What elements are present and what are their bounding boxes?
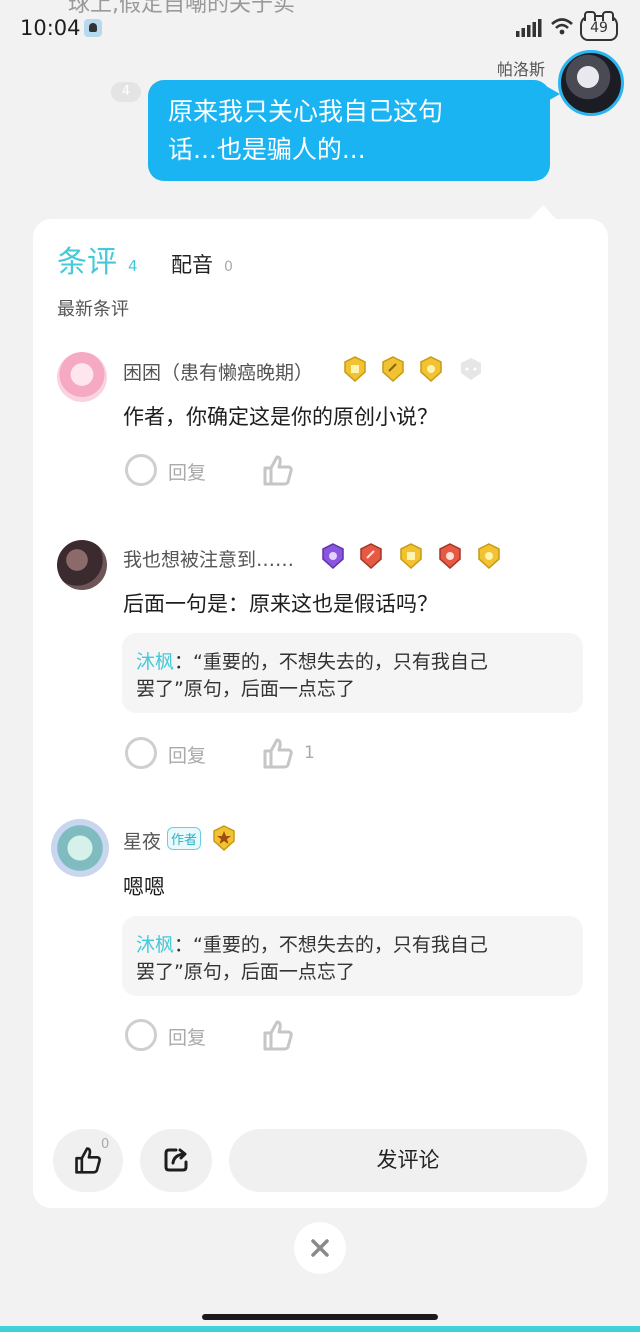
comment-text: 后面一句是：原来这也是假话吗？ [123,592,438,616]
tab-dubbing-count: 0 [224,259,233,275]
post-comment-button[interactable]: 发评论 [229,1129,587,1192]
like-post-button[interactable] [53,1129,123,1192]
quote-line-2: 罢了”原句，后面一点忘了 [136,678,355,700]
comment-count-badge[interactable]: 4 [111,82,141,102]
avatar[interactable] [57,352,107,402]
red-medal-icon [360,543,382,570]
author-tag: 作者 [167,827,202,850]
gold-medal-icon [382,356,404,383]
like-count: 1 [304,743,315,763]
quote-author[interactable]: 沐枫 [136,934,174,956]
chat-message-bubble[interactable]: 原来我只关心我自己这句 话...也是骗人的... [148,80,560,181]
comments-panel: 条评 4 配音 0 最新条评 困困（患有懒癌晚期） 作者，你确定这是你的原创小说… [33,219,608,1208]
quote-line-1: 沐枫：“重要的，不想失去的，只有我自己 [136,934,488,956]
quote-author[interactable]: 沐枫 [136,651,174,673]
locked-medal-icon [461,358,481,380]
sender-name: 帕洛斯 [496,60,545,79]
tab-comments[interactable]: 条评 [57,237,117,281]
thumbs-up-icon[interactable] [261,736,295,770]
quoted-comment[interactable]: 沐枫：“重要的，不想失去的，只有我自己 罢了”原句，后面一点忘了 [122,633,583,713]
thumbs-up-icon[interactable] [261,453,295,487]
gold-medal-icon [420,356,442,383]
close-icon [311,1239,329,1257]
red-medal-icon [439,543,461,570]
share-icon [164,1148,188,1172]
panel-pointer [529,205,557,220]
gold-medal-icon [344,356,366,383]
section-label: 最新条评 [57,299,129,320]
bottom-accent-stripe [0,1326,640,1332]
quoted-comment[interactable]: 沐枫：“重要的，不想失去的，只有我自己 罢了”原句，后面一点忘了 [122,916,583,996]
reply-icon[interactable] [125,1019,157,1051]
reply-button[interactable]: 回复 [168,458,206,485]
share-button[interactable] [140,1129,212,1192]
battery-indicator: 49 [580,11,618,41]
thumbs-up-icon [75,1147,102,1174]
wifi-icon [551,18,573,35]
quote-line-2: 罢了”原句，后面一点忘了 [136,961,355,983]
thumbs-up-icon[interactable] [261,1018,295,1052]
reply-icon[interactable] [125,737,157,769]
close-button[interactable] [294,1222,346,1274]
reply-button[interactable]: 回复 [168,1023,206,1050]
comment-text: 嗯嗯 [123,875,165,899]
quote-line-1: 沐枫：“重要的，不想失去的，只有我自己 [136,651,488,673]
signal-icon [516,19,542,37]
purple-medal-icon [322,543,344,570]
status-time: 10:04 [20,16,81,40]
message-line-2: 话...也是骗人的... [168,135,366,164]
gold-medal-icon [400,543,422,570]
reply-button[interactable]: 回复 [168,741,206,768]
comment-text: 作者，你确定这是你的原创小说？ [123,405,438,429]
avatar[interactable] [57,540,107,590]
home-indicator[interactable] [202,1314,438,1320]
background-chat-text: 球上,假定自嘲的关于实 [68,0,295,17]
comment-author[interactable]: 我也想被注意到…… [123,545,294,572]
sender-avatar[interactable] [558,50,624,116]
notification-icon [84,19,102,37]
gold-medal-icon [478,543,500,570]
message-line-1: 原来我只关心我自己这句 [168,97,444,126]
comment-author[interactable]: 星夜 [123,827,161,854]
comment-author[interactable]: 困困（患有懒癌晚期） [123,358,313,385]
post-like-count: 0 [101,1137,110,1152]
star-medal-icon [213,825,235,852]
avatar[interactable] [51,819,109,877]
reply-icon[interactable] [125,454,157,486]
tab-dubbing[interactable]: 配音 [171,249,213,279]
tab-comments-count: 4 [128,257,138,275]
